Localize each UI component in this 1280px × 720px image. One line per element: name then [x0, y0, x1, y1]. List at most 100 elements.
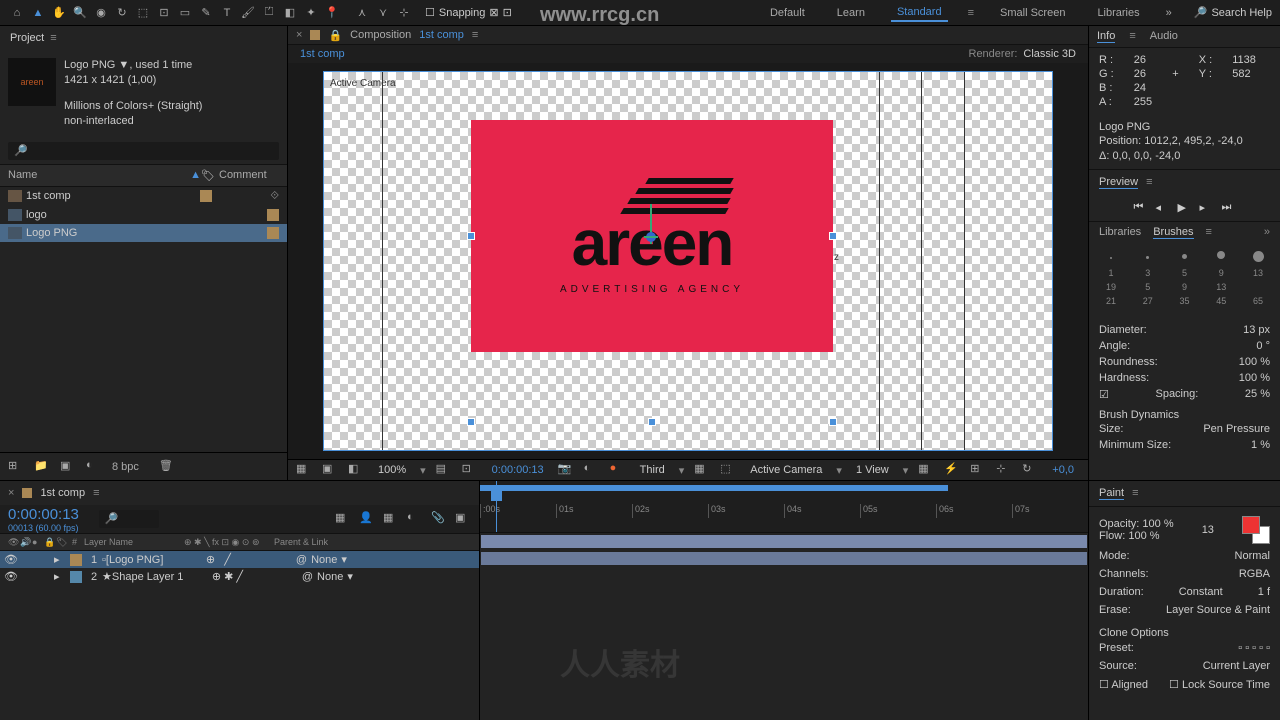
col-label-icon[interactable]: 🏷	[201, 169, 219, 182]
snap-opt-icon[interactable]: ⊠	[489, 6, 498, 19]
hand-tool-icon[interactable]: ✋	[50, 4, 68, 22]
exposure-value[interactable]: +0,0	[1048, 463, 1078, 477]
first-frame-icon[interactable]: ⏮	[1134, 201, 1148, 215]
roto-tool-icon[interactable]: ✦	[302, 4, 320, 22]
snap-opt2-icon[interactable]: ⊡	[503, 6, 512, 19]
pan-behind-tool-icon[interactable]: ⊡	[155, 4, 173, 22]
comp-mini-icon[interactable]: ▦	[335, 511, 351, 527]
axis-world-icon[interactable]: ⋎	[374, 4, 392, 22]
time-ruler[interactable]: :00s 01s 02s 03s 04s 05s 06s 07s	[480, 481, 1088, 533]
mode-value[interactable]: Normal	[1235, 550, 1270, 562]
view-dropdown[interactable]: 1 View	[852, 463, 893, 477]
interpret-icon[interactable]: ⊞	[8, 459, 24, 475]
channels-value[interactable]: RGBA	[1239, 568, 1270, 580]
renderer-selector[interactable]: Renderer: Classic 3D	[969, 48, 1077, 60]
spacing-value[interactable]: 25 %	[1245, 388, 1270, 401]
brushes-menu-icon[interactable]: ≡	[1206, 226, 1212, 239]
col-comment[interactable]: Comment	[219, 169, 279, 182]
opacity-value[interactable]: 100 %	[1142, 518, 1173, 530]
shape-tool-icon[interactable]: ▭	[176, 4, 194, 22]
cti-head-icon[interactable]	[491, 487, 502, 501]
layer-row[interactable]: 👁 ▸ 1 ▫ [Logo PNG] ⊕ ╱ @None▾	[0, 551, 479, 568]
rotation-tool-icon[interactable]: ↻	[113, 4, 131, 22]
chevron-down-icon[interactable]: ▾	[420, 464, 426, 477]
zoom-tool-icon[interactable]: 🔍	[71, 4, 89, 22]
camera-tool-icon[interactable]: ⬚	[134, 4, 152, 22]
clone-tool-icon[interactable]: ⏍	[260, 4, 278, 22]
twirl-icon[interactable]: ▸	[54, 570, 66, 583]
timeline-icon[interactable]: ⊞	[970, 462, 986, 478]
project-search-input[interactable]	[8, 142, 279, 160]
tab-audio[interactable]: Audio	[1150, 30, 1178, 43]
next-frame-icon[interactable]: ▸	[1200, 201, 1214, 215]
orbit-tool-icon[interactable]: ◉	[92, 4, 110, 22]
parent-dropdown[interactable]: None	[311, 554, 337, 566]
home-icon[interactable]: ⌂	[8, 4, 26, 22]
current-timecode[interactable]: 0:00:00:13	[8, 506, 79, 523]
selection-handle[interactable]	[829, 418, 837, 426]
help-search[interactable]: 🔎 Search Help	[1194, 6, 1272, 19]
comp-viewer[interactable]: Active Camera areen ADVERTISING AGENCY	[288, 63, 1088, 459]
chevron-down-icon[interactable]: ▾	[679, 464, 685, 477]
twirl-icon[interactable]: ▸	[54, 553, 66, 566]
tab-close-icon[interactable]: ×	[296, 29, 302, 41]
resolution-dropdown[interactable]: Third	[636, 463, 669, 477]
chevron-down-icon[interactable]: ▾	[347, 570, 353, 583]
brush-preset[interactable]	[1246, 251, 1270, 264]
lock-check[interactable]: ☐	[1169, 679, 1179, 691]
tl-tab[interactable]: 1st comp	[40, 487, 85, 499]
pixel-icon[interactable]: ▦	[918, 462, 934, 478]
spacing-check[interactable]: ☑	[1099, 388, 1109, 401]
preset-icons[interactable]: ▫ ▫ ▫ ▫ ▫	[1238, 642, 1270, 654]
new-folder-icon[interactable]: 📁	[34, 459, 50, 475]
pen-tool-icon[interactable]: ✎	[197, 4, 215, 22]
eye-col-icon[interactable]: 👁	[4, 537, 16, 548]
reset-exp-icon[interactable]: ↻	[1022, 462, 1038, 478]
snapping-toggle[interactable]: ☐ Snapping ⊠ ⊡	[425, 6, 512, 19]
camera-dropdown[interactable]: Active Camera	[746, 463, 826, 477]
text-tool-icon[interactable]: T	[218, 4, 236, 22]
aligned-check[interactable]: ☐	[1099, 679, 1109, 691]
layer-bar[interactable]	[480, 534, 1088, 549]
layer-name[interactable]: [Logo PNG]	[106, 554, 206, 566]
selection-handle[interactable]	[829, 232, 837, 240]
col-name[interactable]: Name	[8, 169, 190, 182]
res-icon[interactable]: ▤	[436, 462, 452, 478]
chevron-down-icon[interactable]: ▾	[903, 464, 909, 477]
mag-icon[interactable]: ▦	[296, 462, 312, 478]
duration-value[interactable]: Constant	[1179, 586, 1223, 598]
roi-icon[interactable]: ⊡	[462, 462, 478, 478]
pickwhip-icon[interactable]: @	[296, 554, 307, 566]
fg-color-swatch[interactable]	[1242, 516, 1260, 534]
snapshot-icon[interactable]: 📷	[558, 462, 574, 478]
label-color[interactable]	[267, 209, 279, 221]
tab-preview[interactable]: Preview	[1099, 176, 1138, 189]
comp-name[interactable]: 1st comp	[419, 29, 464, 41]
more-icon[interactable]: »	[1264, 226, 1270, 239]
angle-value[interactable]: 0 °	[1256, 340, 1270, 352]
graph-icon[interactable]: 📎	[431, 511, 447, 527]
layer-label-color[interactable]	[70, 571, 82, 583]
flow-value[interactable]: 100 %	[1128, 530, 1159, 542]
label-color[interactable]	[267, 227, 279, 239]
label-col-icon[interactable]: 🏷	[52, 537, 68, 548]
layer-name-col[interactable]: Layer Name	[80, 537, 180, 547]
workspace-more-icon[interactable]: »	[1166, 7, 1172, 19]
layer-switches[interactable]: ⊕ ✱ ╱	[212, 570, 302, 583]
motion-blur-icon[interactable]: ◐	[407, 511, 423, 527]
color-swatches[interactable]	[1242, 516, 1270, 544]
parent-col[interactable]: Parent & Link	[270, 537, 332, 547]
tab-paint[interactable]: Paint	[1099, 487, 1124, 500]
puppet-tool-icon[interactable]: 📍	[323, 4, 341, 22]
pickwhip-icon[interactable]: @	[302, 571, 313, 583]
grid-icon[interactable]: ▣	[322, 462, 338, 478]
solo-col-icon[interactable]: ●	[28, 537, 40, 547]
lock-icon[interactable]: 🔒	[328, 29, 342, 42]
work-area-bar[interactable]	[480, 485, 948, 491]
brush-tool-icon[interactable]: 🖌	[239, 4, 257, 22]
timeline-search-input[interactable]	[99, 510, 159, 528]
comp-menu-icon[interactable]: ≡	[472, 29, 478, 41]
hardness-value[interactable]: 100 %	[1239, 372, 1270, 384]
selection-handle[interactable]	[648, 418, 656, 426]
flowchart-icon[interactable]: ⊹	[996, 462, 1012, 478]
